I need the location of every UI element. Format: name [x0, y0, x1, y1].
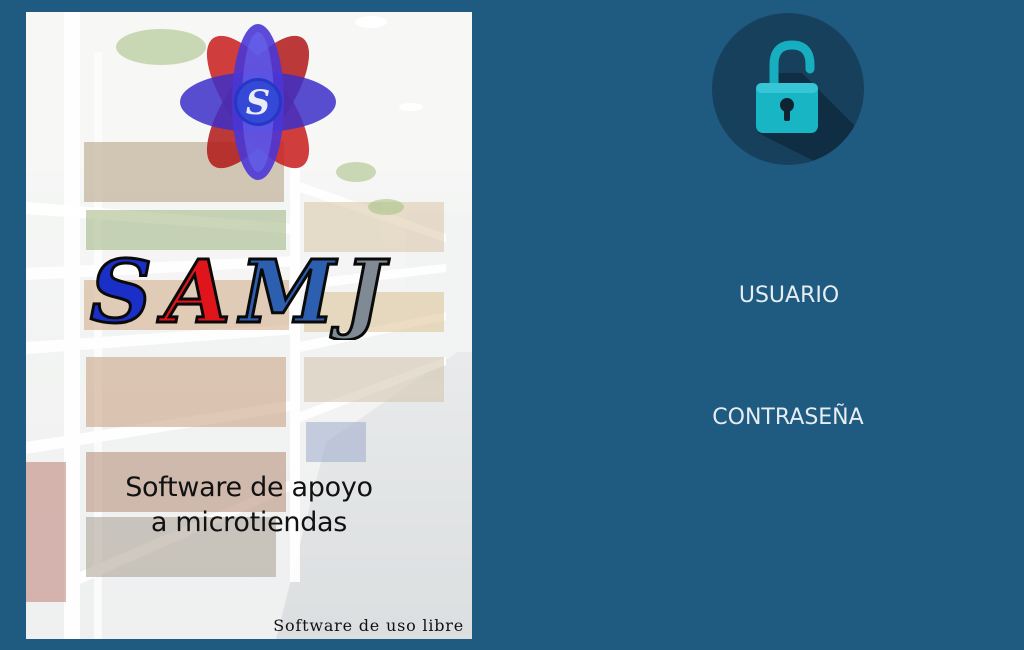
tagline-line1: Software de apoyo [125, 472, 373, 503]
brand-letter-a: A [157, 242, 231, 340]
app-poster: S S A M J Software de apoyo a microtiend… [26, 12, 472, 639]
password-label: CONTRASEÑA [712, 405, 864, 430]
logo-letter: S [246, 83, 271, 123]
brand-letter-m: M [237, 242, 338, 340]
lock-avatar [712, 13, 864, 165]
tagline: Software de apoyo a microtiendas [26, 470, 472, 540]
samj-atom-logo: S [180, 24, 336, 180]
username-label: USUARIO [738, 283, 840, 308]
unlocked-padlock-icon [756, 40, 864, 165]
brand-letter-j: J [330, 242, 390, 340]
brand-letter-s: S [90, 242, 152, 340]
footer-note: Software de uso libre [273, 616, 464, 635]
samj-wordmark: S A M J [89, 241, 392, 341]
tagline-line2: a microtiendas [150, 507, 348, 538]
